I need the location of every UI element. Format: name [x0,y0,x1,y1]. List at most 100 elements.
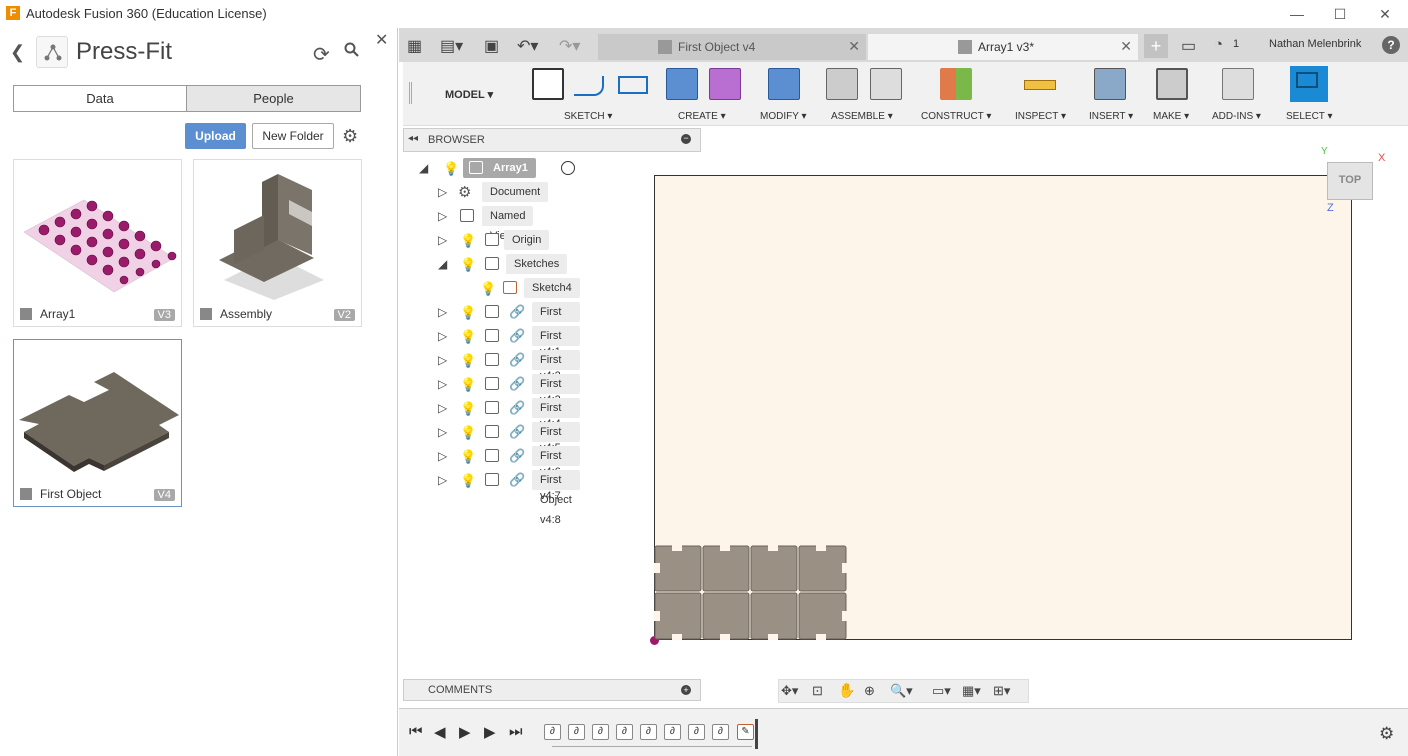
close-window-button[interactable]: ✕ [1370,4,1400,24]
minimize-button[interactable]: — [1282,4,1312,24]
timeline-link-icon[interactable]: ∂ [712,724,729,740]
3d-print-icon[interactable] [1156,68,1188,100]
rectangle-tool-icon[interactable] [618,76,648,94]
new-folder-button[interactable]: New Folder [252,123,334,149]
grid-settings-icon[interactable]: ▦▾ [962,683,981,699]
maximize-button[interactable]: ☐ [1325,4,1355,24]
redo-icon[interactable]: ↷▾ [559,36,580,56]
visibility-bulb-icon[interactable]: 💡 [460,233,476,249]
visibility-bulb-icon[interactable]: 💡 [460,377,476,393]
visibility-bulb-icon[interactable]: 💡 [460,329,476,345]
visibility-bulb-icon[interactable]: 💡 [460,353,476,369]
back-chevron-icon[interactable]: ❮ [10,42,25,63]
comment-icon[interactable]: ▭ [1181,36,1196,56]
extrude-icon[interactable] [666,68,698,100]
tab-first-object[interactable]: First Object v4 ✕ [598,34,866,60]
create-sketch-icon[interactable] [532,68,564,100]
new-component-icon[interactable] [826,68,858,100]
file-card-first-object[interactable]: First Object V4 [13,339,182,507]
timeline-sketch-icon[interactable]: ✎ [737,724,754,740]
upload-button[interactable]: Upload [185,123,246,149]
construct-menu[interactable]: CONSTRUCT ▾ [921,111,991,122]
fit-zoom-icon[interactable]: 🔍▾ [890,683,913,699]
expand-triangle-icon[interactable]: ▷ [438,353,447,367]
add-ins-menu[interactable]: ADD-INS ▾ [1212,111,1261,122]
file-menu-icon[interactable]: ▤▾ [440,36,463,56]
expand-triangle-icon[interactable]: ▷ [438,377,447,391]
user-name[interactable]: Nathan Melenbrink [1269,38,1361,50]
save-icon[interactable]: ▣ [484,36,499,56]
expand-triangle-icon[interactable]: ▷ [438,449,447,463]
expand-triangle-icon[interactable]: ▷ [438,425,447,439]
workspace-dropdown[interactable]: MODEL ▾ [445,88,493,101]
file-card-assembly[interactable]: Assembly V2 [193,159,362,327]
play-icon[interactable]: ▶ [459,723,471,741]
tab-people[interactable]: People [186,85,361,112]
close-panel-icon[interactable]: ✕ [375,30,388,50]
tab-data[interactable]: Data [13,85,187,112]
activate-radio-icon[interactable] [561,161,575,175]
expand-triangle-icon[interactable]: ▷ [438,329,447,343]
assemble-menu[interactable]: ASSEMBLE ▾ [831,111,893,122]
visibility-bulb-icon[interactable]: 💡 [443,161,459,177]
form-icon[interactable] [709,68,741,100]
timeline-link-icon[interactable]: ∂ [664,724,681,740]
create-menu[interactable]: CREATE ▾ [678,111,726,122]
pan-hand-icon[interactable]: ✋ [838,682,855,699]
timeline-link-icon[interactable]: ∂ [616,724,633,740]
press-pull-icon[interactable] [768,68,800,100]
timeline-link-icon[interactable]: ∂ [640,724,657,740]
insert-image-icon[interactable] [1094,68,1126,100]
select-icon[interactable] [1290,66,1328,102]
step-back-icon[interactable]: ◀ [434,723,446,741]
timeline-link-icon[interactable]: ∂ [568,724,585,740]
visibility-bulb-icon[interactable]: 💡 [460,401,476,417]
help-icon[interactable]: ? [1382,36,1400,54]
visibility-bulb-icon[interactable]: 💡 [460,425,476,441]
collapse-triangle-icon[interactable]: ◢ [438,257,447,271]
search-icon[interactable] [344,42,360,63]
make-menu[interactable]: MAKE ▾ [1153,111,1189,122]
timeline-settings-icon[interactable]: ⚙ [1379,724,1394,744]
expand-triangle-icon[interactable]: ▷ [438,305,447,319]
visibility-bulb-icon[interactable]: 💡 [460,257,476,273]
timeline-link-icon[interactable]: ∂ [544,724,561,740]
visibility-bulb-icon[interactable]: 💡 [460,473,476,489]
grid-menu-icon[interactable]: ▦ [407,36,422,56]
viewports-icon[interactable]: ⊞▾ [993,683,1010,699]
expand-triangle-icon[interactable]: ◢ [419,161,428,175]
visibility-bulb-icon[interactable]: 💡 [480,281,496,297]
new-tab-icon[interactable]: + [1144,34,1168,58]
visibility-bulb-icon[interactable]: 💡 [460,305,476,321]
tab-array1[interactable]: Array1 v3* ✕ [868,34,1138,60]
minus-icon[interactable]: − [681,134,691,144]
gear-icon[interactable]: ⚙ [342,126,358,147]
expand-triangle-icon[interactable]: ▷ [438,233,447,247]
select-menu[interactable]: SELECT ▾ [1286,111,1333,122]
close-icon[interactable]: ✕ [1120,38,1132,55]
job-status-icon[interactable]: ◔ [1214,36,1223,53]
display-settings-icon[interactable]: ▭▾ [932,683,951,699]
timeline-link-icon[interactable]: ∂ [688,724,705,740]
collapse-browser-icon[interactable]: ◂◂ [408,133,418,144]
modify-menu[interactable]: MODIFY ▾ [760,111,807,122]
file-card-array1[interactable]: Array1 V3 [13,159,182,327]
expand-triangle-icon[interactable]: ▷ [438,185,447,199]
inspect-menu[interactable]: INSPECT ▾ [1015,111,1066,122]
timeline-marker[interactable] [755,719,758,749]
scripts-icon[interactable] [1222,68,1254,100]
orbit-icon[interactable]: ✥▾ [781,683,798,699]
look-at-icon[interactable]: ⊡ [812,683,823,699]
joint-icon[interactable] [870,68,902,100]
part-array[interactable] [654,545,848,640]
step-forward-icon[interactable]: ▶ [484,723,496,741]
undo-icon[interactable]: ↶▾ [517,36,538,56]
sketch-menu[interactable]: SKETCH ▾ [564,111,612,122]
expand-triangle-icon[interactable]: ▷ [438,401,447,415]
offset-plane-icon[interactable] [940,68,972,100]
add-comment-icon[interactable]: + [681,685,691,695]
viewcube[interactable]: TOP [1327,162,1373,200]
close-icon[interactable]: ✕ [848,38,860,55]
go-to-start-icon[interactable]: ⏮ [409,723,423,740]
refresh-icon[interactable]: ⟳ [313,42,330,67]
